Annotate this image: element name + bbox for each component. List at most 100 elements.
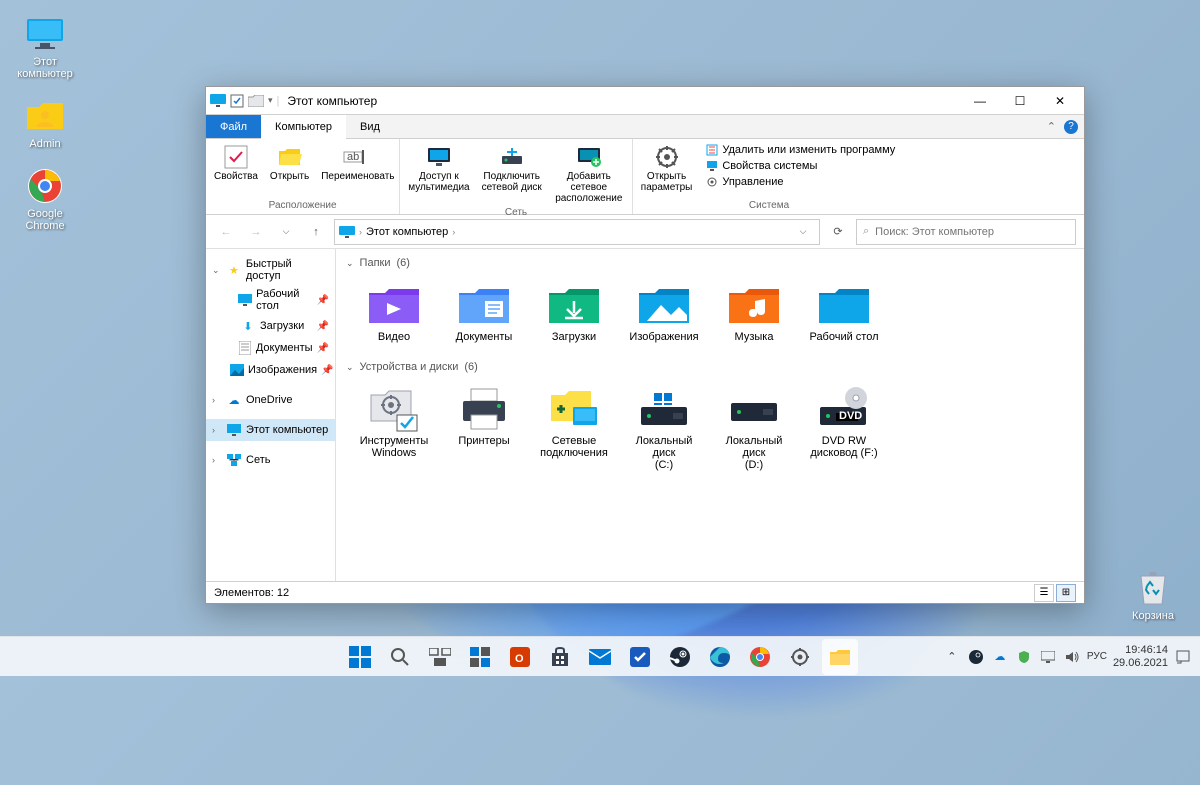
- recycle-icon: [1133, 568, 1173, 608]
- item-windows-tools[interactable]: Инструменты Windows: [354, 383, 434, 475]
- taskbar-steam[interactable]: [662, 639, 698, 675]
- titlebar[interactable]: ▾ | Этот компьютер — ☐ ✕: [206, 87, 1084, 115]
- tray-overflow[interactable]: ⌃: [943, 648, 961, 666]
- svg-text:DVD: DVD: [839, 410, 862, 422]
- addr-dropdown[interactable]: ⌵: [791, 220, 815, 244]
- link-manage[interactable]: Управление: [704, 175, 897, 189]
- link-uninstall[interactable]: Удалить или изменить программу: [704, 143, 897, 157]
- status-bar: Элементов: 12 ☰ ⊞: [206, 581, 1084, 603]
- link-system-props[interactable]: Свойства системы: [704, 159, 897, 173]
- devices-grid: Инструменты Windows Принтеры Сетевые под…: [344, 377, 1076, 485]
- sidebar-quick-access[interactable]: ⌄★Быстрый доступ: [206, 255, 335, 285]
- search-button[interactable]: [382, 639, 418, 675]
- taskbar-edge[interactable]: [702, 639, 738, 675]
- item-drive-c[interactable]: Локальный диск (C:): [624, 383, 704, 475]
- sidebar-desktop[interactable]: Рабочий стол📌: [220, 285, 335, 315]
- start-button[interactable]: [342, 639, 378, 675]
- monitor-icon: [210, 94, 226, 108]
- drive-icon: [637, 387, 691, 431]
- desktop-chrome[interactable]: Google Chrome: [10, 162, 80, 236]
- folder-music[interactable]: Музыка: [714, 279, 794, 347]
- folder-downloads[interactable]: Загрузки: [534, 279, 614, 347]
- tab-view[interactable]: Вид: [346, 115, 394, 138]
- sidebar-onedrive[interactable]: ›☁OneDrive: [206, 389, 335, 411]
- dropdown-icon[interactable]: ▾: [268, 95, 273, 106]
- folder-small-icon[interactable]: [248, 95, 264, 107]
- tray-volume-icon[interactable]: [1063, 648, 1081, 666]
- item-printers[interactable]: Принтеры: [444, 383, 524, 475]
- refresh-button[interactable]: ⟳: [826, 220, 850, 244]
- sidebar-downloads[interactable]: ⬇Загрузки📌: [220, 315, 335, 337]
- sidebar-network[interactable]: ›Сеть: [206, 449, 335, 471]
- ribbon-add-network-loc[interactable]: Добавить сетевое расположение: [548, 141, 630, 206]
- desktop-recycle-bin[interactable]: Корзина: [1118, 564, 1188, 626]
- group-devices-header[interactable]: ⌄Устройства и диски (6): [344, 357, 1076, 377]
- chevron-right-icon[interactable]: ›: [452, 227, 455, 237]
- taskbar-chrome[interactable]: [742, 639, 778, 675]
- taskbar-explorer[interactable]: [822, 639, 858, 675]
- close-button[interactable]: ✕: [1040, 87, 1080, 115]
- item-network-connections[interactable]: Сетевые подключения: [534, 383, 614, 475]
- music-folder-icon: [727, 283, 781, 327]
- nav-forward[interactable]: →: [244, 220, 268, 244]
- tab-file[interactable]: Файл: [206, 115, 261, 138]
- ribbon-map-drive[interactable]: Подключить сетевой диск: [476, 141, 548, 206]
- desktop-this-pc[interactable]: Этот компьютер: [10, 10, 80, 84]
- sidebar-documents[interactable]: Документы📌: [220, 337, 335, 359]
- taskbar-clock[interactable]: 19:46:14 29.06.2021: [1113, 644, 1168, 668]
- properties-icon[interactable]: [230, 94, 244, 108]
- folder-pictures[interactable]: Изображения: [624, 279, 704, 347]
- minimize-button[interactable]: —: [960, 87, 1000, 115]
- monitor-icon: [25, 14, 65, 54]
- sidebar-this-pc[interactable]: ›Этот компьютер: [206, 419, 335, 441]
- dvd-icon: DVD: [817, 387, 871, 431]
- tools-icon: [367, 387, 421, 431]
- collapse-ribbon-icon[interactable]: ⌃: [1047, 120, 1056, 133]
- nav-recent[interactable]: ⌵: [274, 220, 298, 244]
- ribbon-open-settings[interactable]: Открыть параметры: [635, 141, 699, 199]
- address-bar[interactable]: › Этот компьютер › ⌵: [334, 219, 820, 245]
- desktop-admin[interactable]: Admin: [10, 92, 80, 154]
- ribbon-rename[interactable]: abПереименовать: [315, 141, 397, 199]
- folder-desktop[interactable]: Рабочий стол: [804, 279, 884, 347]
- group-folders-header[interactable]: ⌄Папки (6): [344, 253, 1076, 273]
- tray-language[interactable]: РУС: [1087, 648, 1107, 666]
- status-text: Элементов: 12: [214, 587, 289, 599]
- tray-network-icon[interactable]: [1039, 648, 1057, 666]
- ribbon-media-access[interactable]: Доступ к мультимедиа: [402, 141, 475, 206]
- breadcrumb-item[interactable]: Этот компьютер: [366, 226, 448, 238]
- view-details-button[interactable]: ☰: [1034, 584, 1054, 602]
- tray-steam-icon[interactable]: [967, 648, 985, 666]
- sidebar-pictures[interactable]: Изображения📌: [220, 359, 335, 381]
- tab-computer[interactable]: Компьютер: [261, 115, 346, 139]
- taskbar-todo[interactable]: [622, 639, 658, 675]
- folder-documents[interactable]: Документы: [444, 279, 524, 347]
- chevron-down-icon: ⌄: [212, 265, 222, 276]
- ribbon-open[interactable]: Открыть: [264, 141, 315, 199]
- taskbar-center: O: [342, 639, 858, 675]
- view-icons-button[interactable]: ⊞: [1056, 584, 1076, 602]
- search-input[interactable]: [875, 226, 1069, 238]
- taskbar-settings[interactable]: [782, 639, 818, 675]
- task-view-button[interactable]: [422, 639, 458, 675]
- tray-security-icon[interactable]: [1015, 648, 1033, 666]
- downloads-folder-icon: [547, 283, 601, 327]
- maximize-button[interactable]: ☐: [1000, 87, 1040, 115]
- tray-notifications[interactable]: [1174, 648, 1192, 666]
- widgets-button[interactable]: [462, 639, 498, 675]
- item-dvd-drive[interactable]: DVDDVD RW дисковод (F:): [804, 383, 884, 475]
- help-icon[interactable]: ?: [1064, 120, 1078, 134]
- taskbar-office[interactable]: O: [502, 639, 538, 675]
- nav-back[interactable]: ←: [214, 220, 238, 244]
- tray-onedrive-icon[interactable]: ☁: [991, 648, 1009, 666]
- item-drive-d[interactable]: Локальный диск (D:): [714, 383, 794, 475]
- search-box[interactable]: ⌕: [856, 219, 1076, 245]
- pin-icon: 📌: [317, 295, 329, 306]
- open-icon: [276, 143, 304, 171]
- chevron-right-icon[interactable]: ›: [359, 227, 362, 237]
- taskbar-mail[interactable]: [582, 639, 618, 675]
- ribbon-properties[interactable]: Свойства: [208, 141, 264, 199]
- folder-videos[interactable]: Видео: [354, 279, 434, 347]
- taskbar-store[interactable]: [542, 639, 578, 675]
- nav-up[interactable]: ↑: [304, 220, 328, 244]
